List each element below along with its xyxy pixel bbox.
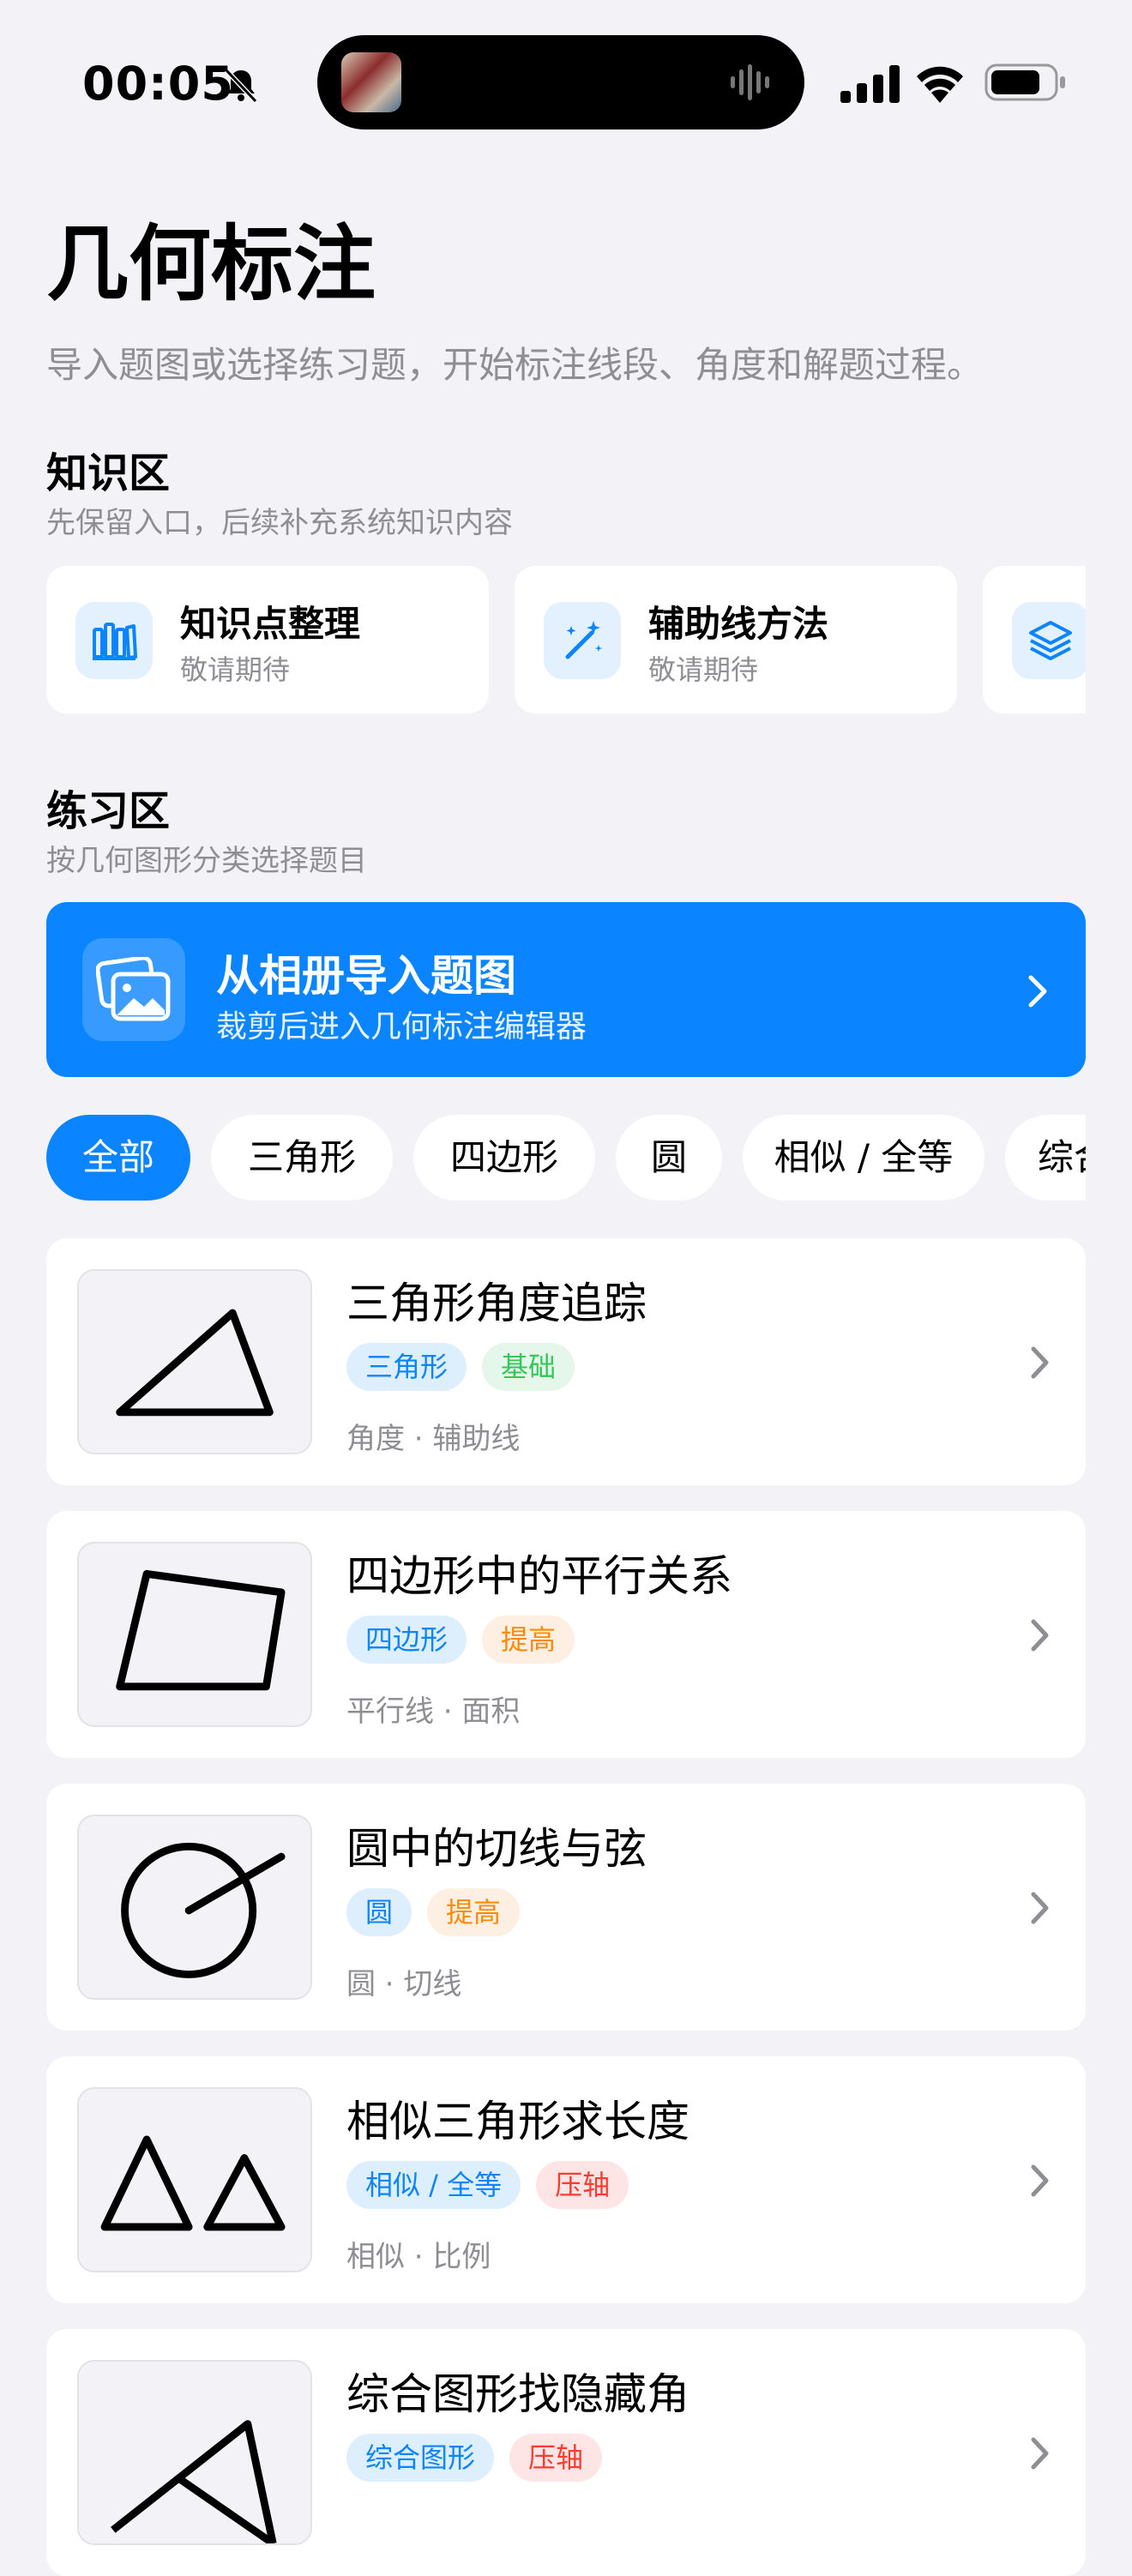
exercise-title: 综合图形找隐藏角 xyxy=(346,2369,689,2419)
chip-similar-congruent[interactable]: 相似 / 全等 xyxy=(743,1115,984,1201)
knowledge-card-row[interactable]: 知识点整理 敬请期待 辅助线方法 敬请期待 xyxy=(46,566,1086,713)
exercise-title: 三角形角度追踪 xyxy=(346,1279,647,1328)
knowledge-card-subtitle: 敬请期待 xyxy=(180,653,291,686)
layers-icon xyxy=(1012,602,1086,679)
exercise-tags: 相似 / 全等 压轴 xyxy=(346,2161,644,2209)
wifi-icon xyxy=(917,66,963,103)
similar-triangles-figure-thumbnail xyxy=(77,2087,312,2272)
quadrilateral-figure-thumbnail xyxy=(77,1542,312,1727)
chip-all[interactable]: 全部 xyxy=(46,1115,190,1201)
battery-icon xyxy=(984,63,1065,101)
category-tag: 综合图形 xyxy=(346,2434,495,2482)
practice-section-desc: 按几何图形分类选择题目 xyxy=(46,844,367,878)
chevron-right-icon xyxy=(1031,1892,1049,1924)
category-filter-bar[interactable]: 全部 三角形 四边形 圆 相似 / 全等 综合 xyxy=(46,1115,1086,1201)
import-subtitle: 裁剪后进入几何标注编辑器 xyxy=(216,1009,587,1044)
exercise-meta: 圆 · 切线 xyxy=(346,1967,462,2001)
difficulty-tag: 压轴 xyxy=(509,2434,603,2482)
exercise-title: 圆中的切线与弦 xyxy=(346,1824,647,1874)
bell-slash-icon xyxy=(224,68,258,104)
knowledge-card-title: 知识点整理 xyxy=(180,603,361,645)
status-bar: 00:05 xyxy=(0,0,1132,163)
now-playing-artwork xyxy=(341,52,401,112)
page-subtitle: 导入题图或选择练习题，开始标注线段、角度和解题过程。 xyxy=(46,344,984,386)
exercise-tags: 三角形 基础 xyxy=(346,1343,590,1391)
difficulty-tag: 提高 xyxy=(427,1888,521,1936)
knowledge-card-subtitle: 敬请期待 xyxy=(648,653,759,686)
composite-figure-thumbnail xyxy=(77,2360,312,2545)
category-tag: 相似 / 全等 xyxy=(346,2161,521,2209)
exercise-tags: 圆提高 xyxy=(346,1888,535,1936)
category-tag: 圆 xyxy=(346,1888,412,1936)
difficulty-tag: 基础 xyxy=(482,1343,575,1391)
exercise-card-composite-hidden-angle[interactable]: 综合图形找隐藏角 综合图形 压轴 xyxy=(46,2329,1086,2576)
dynamic-island[interactable] xyxy=(317,35,804,129)
chip-circle[interactable]: 圆 xyxy=(616,1115,722,1201)
chevron-right-icon xyxy=(1028,975,1047,1008)
knowledge-card-points[interactable]: 知识点整理 敬请期待 xyxy=(46,566,489,713)
audio-waveform-icon xyxy=(731,64,769,100)
status-time: 00:05 xyxy=(82,57,234,111)
chevron-right-icon xyxy=(1031,2164,1049,2197)
chevron-right-icon xyxy=(1031,1346,1049,1379)
knowledge-section-title: 知识区 xyxy=(46,449,171,497)
cellular-signal-icon xyxy=(840,65,900,103)
exercise-tags: 综合图形 压轴 xyxy=(346,2434,617,2482)
exercise-card-quadrilateral-parallel[interactable]: 四边形中的平行关系 四边形 提高 平行线 · 面积 xyxy=(46,1511,1086,1758)
category-tag: 三角形 xyxy=(346,1343,467,1391)
books-icon xyxy=(75,602,153,679)
exercise-meta: 平行线 · 面积 xyxy=(346,1694,521,1729)
chip-triangle[interactable]: 三角形 xyxy=(211,1115,393,1201)
exercise-card-circle-tangent[interactable]: 圆中的切线与弦 圆提高 圆 · 切线 xyxy=(46,1784,1086,2031)
exercise-meta: 角度 · 辅助线 xyxy=(346,1422,521,1456)
magic-wand-icon xyxy=(544,602,621,679)
exercise-title: 四边形中的平行关系 xyxy=(346,1551,732,1601)
triangle-figure-thumbnail xyxy=(77,1269,312,1454)
import-from-album-button[interactable]: 从相册导入题图 裁剪后进入几何标注编辑器 xyxy=(46,902,1086,1077)
chevron-right-icon xyxy=(1031,1619,1049,1652)
knowledge-card-partial[interactable] xyxy=(983,566,1086,713)
import-title: 从相册导入题图 xyxy=(216,951,516,1001)
exercise-tags: 四边形 提高 xyxy=(346,1616,590,1664)
practice-section-title: 练习区 xyxy=(46,787,171,835)
chip-quadrilateral[interactable]: 四边形 xyxy=(413,1115,595,1201)
photo-gallery-icon xyxy=(82,938,185,1041)
exercise-card-triangle-angle[interactable]: 三角形角度追踪 三角形 基础 角度 · 辅助线 xyxy=(46,1238,1086,1485)
category-tag: 四边形 xyxy=(346,1616,467,1664)
chip-composite[interactable]: 综合 xyxy=(1005,1115,1086,1201)
difficulty-tag: 压轴 xyxy=(536,2161,629,2209)
exercise-meta: 相似 · 比例 xyxy=(346,2240,491,2274)
exercise-card-similar-triangles[interactable]: 相似三角形求长度 相似 / 全等 压轴 相似 · 比例 xyxy=(46,2056,1086,2303)
difficulty-tag: 提高 xyxy=(482,1616,575,1664)
chevron-right-icon xyxy=(1031,2437,1049,2470)
knowledge-section-desc: 先保留入口，后续补充系统知识内容 xyxy=(46,506,513,540)
knowledge-card-title: 辅助线方法 xyxy=(648,603,829,645)
circle-figure-thumbnail xyxy=(77,1815,312,2000)
knowledge-card-auxiliary-lines[interactable]: 辅助线方法 敬请期待 xyxy=(515,566,957,713)
page-title: 几何标注 xyxy=(46,216,376,312)
exercise-title: 相似三角形求长度 xyxy=(346,2097,689,2146)
